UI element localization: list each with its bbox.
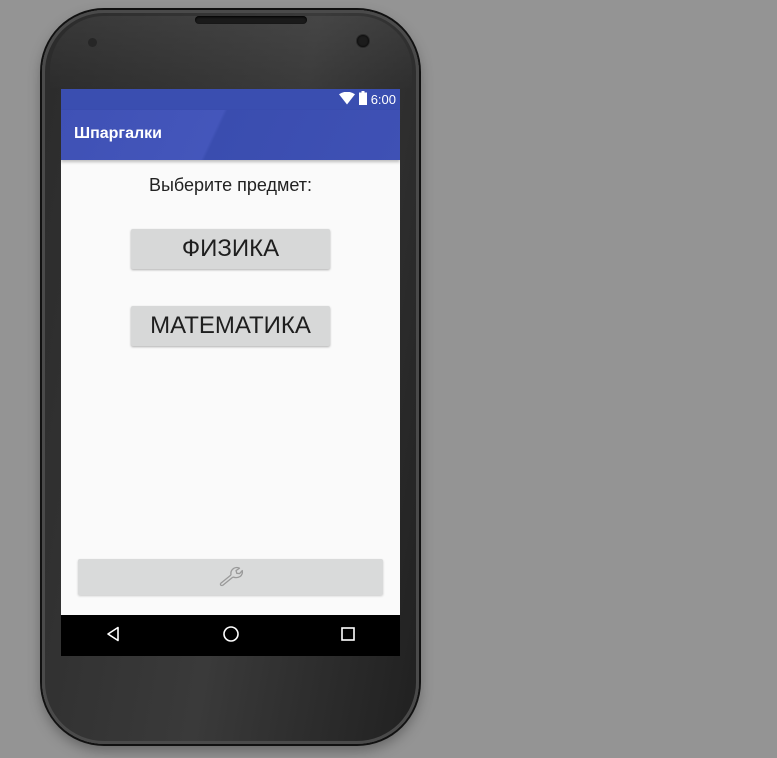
front-camera [357,35,369,47]
home-icon [222,625,240,647]
back-button[interactable] [83,615,143,656]
recent-apps-icon [340,626,356,646]
earpiece-speaker [195,16,307,24]
status-indicators: 6:00 [338,89,396,110]
back-icon [105,626,121,646]
subject-prompt: Выберите предмет: [148,175,313,195]
battery-icon [358,90,367,109]
recent-apps-button[interactable] [318,615,378,656]
wrench-icon [218,565,244,590]
physics-button[interactable]: ФИЗИКА [131,229,330,269]
phone-screen: 6:00 Шпаргалки Выберите предмет: ФИЗИКА … [61,89,400,656]
wifi-icon [338,90,355,109]
navigation-bar [61,615,400,656]
status-bar: 6:00 [61,89,400,110]
app-title: Шпаргалки [74,125,162,142]
home-button[interactable] [201,615,261,656]
settings-button[interactable] [78,559,383,595]
math-button[interactable]: МАТЕМАТИКА [131,306,330,346]
status-time: 6:00 [370,92,396,107]
proximity-sensor [88,38,97,47]
app-bar: Шпаргалки [61,110,400,160]
